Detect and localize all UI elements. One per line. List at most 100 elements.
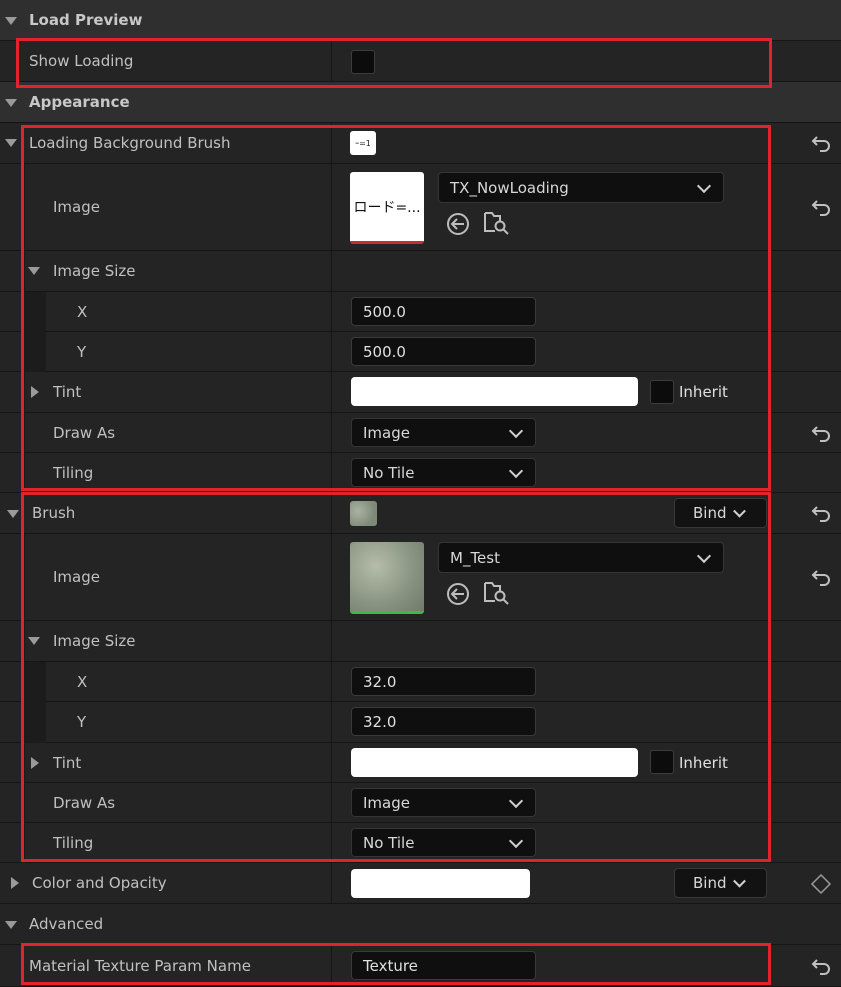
category-appearance[interactable]: Appearance <box>0 82 841 123</box>
bind-label: Bind <box>693 874 727 892</box>
size-y-input[interactable]: 32.0 <box>351 707 536 736</box>
property-row-material-texture-param-name: Material Texture Param Name Texture <box>0 945 841 987</box>
property-row-image: Image ロード=... TX_NowLoading <box>0 164 841 251</box>
reset-to-default-icon[interactable] <box>810 133 832 153</box>
size-x-input[interactable]: 500.0 <box>351 297 536 326</box>
bind-label: Bind <box>693 504 727 522</box>
browse-asset-icon[interactable] <box>483 579 509 605</box>
asset-name: TX_NowLoading <box>450 178 569 197</box>
draw-as-dropdown[interactable]: Image <box>351 418 536 447</box>
image-thumbnail[interactable]: ロード=... <box>350 172 424 244</box>
property-row-draw-as: Draw As Image <box>0 413 841 453</box>
inherit-checkbox[interactable] <box>650 750 674 774</box>
use-selected-asset-icon[interactable] <box>445 581 471 607</box>
image-thumbnail[interactable] <box>350 542 424 614</box>
texture-param-input[interactable]: Texture <box>351 951 536 980</box>
tint-color-swatch[interactable] <box>351 748 638 777</box>
property-row-image: Image M_Test <box>0 534 841 621</box>
tint-color-swatch[interactable] <box>351 377 638 406</box>
property-row-image-size: Image Size <box>0 621 841 662</box>
tiling-value: No Tile <box>363 833 415 852</box>
reset-to-default-icon[interactable] <box>810 423 832 443</box>
inherit-label: Inherit <box>679 753 728 772</box>
bind-button[interactable]: Bind <box>674 868 767 898</box>
size-x-input[interactable]: 32.0 <box>351 667 536 696</box>
draw-as-value: Image <box>363 793 410 812</box>
property-label: Draw As <box>53 793 116 812</box>
chevron-down-icon <box>696 548 712 563</box>
property-row-tint: Tint Inherit <box>0 743 841 783</box>
property-label: Y <box>77 713 87 731</box>
property-row-tiling: Tiling No Tile <box>0 453 841 493</box>
category-load-preview[interactable]: Load Preview <box>0 0 841 41</box>
category-title: Advanced <box>29 915 104 933</box>
reset-to-default-icon[interactable] <box>810 956 832 976</box>
expand-arrow-icon[interactable] <box>31 386 39 398</box>
property-label: Draw As <box>53 423 116 442</box>
chevron-down-icon <box>508 423 524 438</box>
browse-asset-icon[interactable] <box>483 209 509 235</box>
property-label: Color and Opacity <box>32 874 167 892</box>
chevron-down-icon <box>508 793 524 808</box>
expand-arrow-icon[interactable] <box>11 877 19 889</box>
bind-button[interactable]: Bind <box>674 498 767 528</box>
property-label: Material Texture Param Name <box>29 956 251 975</box>
expand-arrow-icon[interactable] <box>5 921 17 929</box>
inherit-label: Inherit <box>679 383 728 401</box>
property-label: Tiling <box>53 463 94 482</box>
show-loading-checkbox[interactable] <box>351 50 375 74</box>
use-selected-asset-icon[interactable] <box>445 211 471 237</box>
chevron-down-icon <box>733 874 746 888</box>
category-title: Load Preview <box>29 11 143 29</box>
draw-as-value: Image <box>363 423 410 442</box>
inherit-checkbox[interactable] <box>650 380 674 404</box>
property-row-color-and-opacity: Color and Opacity Bind <box>0 863 841 904</box>
expand-arrow-icon[interactable] <box>5 99 17 107</box>
property-row-show-loading: Show Loading <box>0 41 841 82</box>
expand-arrow-icon[interactable] <box>5 17 17 25</box>
property-row-image-size: Image Size <box>0 251 841 292</box>
expand-arrow-icon[interactable] <box>31 757 39 769</box>
size-y-input[interactable]: 500.0 <box>351 337 536 366</box>
expand-arrow-icon[interactable] <box>7 510 19 518</box>
property-row-brush: Brush Bind <box>0 493 841 534</box>
property-label: Image Size <box>53 632 136 650</box>
category-title: Appearance <box>29 93 130 111</box>
property-label: Tint <box>53 383 82 401</box>
reset-to-default-icon[interactable] <box>810 197 832 217</box>
property-row-size-x: X 500.0 <box>0 292 841 332</box>
chevron-down-icon <box>508 833 524 848</box>
property-label: Tiling <box>53 833 94 852</box>
property-row-tiling: Tiling No Tile <box>0 823 841 863</box>
property-label: Brush <box>32 504 76 522</box>
tiling-dropdown[interactable]: No Tile <box>351 458 536 487</box>
asset-picker-combo[interactable]: M_Test <box>438 542 724 573</box>
draw-as-dropdown[interactable]: Image <box>351 788 536 817</box>
keyframe-diamond-icon[interactable] <box>810 873 832 895</box>
chevron-down-icon <box>508 463 524 478</box>
expand-arrow-icon[interactable] <box>28 267 40 275</box>
brush-mini-thumbnail[interactable]: ｰ=1 <box>350 131 376 155</box>
property-row-size-x: X 32.0 <box>0 662 841 702</box>
property-row-size-y: Y 500.0 <box>0 332 841 372</box>
brush-mini-thumbnail[interactable] <box>350 501 377 526</box>
asset-picker-combo[interactable]: TX_NowLoading <box>438 172 724 203</box>
reset-to-default-icon[interactable] <box>810 503 832 523</box>
property-row-draw-as: Draw As Image <box>0 783 841 823</box>
expand-arrow-icon[interactable] <box>28 637 40 645</box>
property-label: Loading Background Brush <box>29 134 231 152</box>
property-label: X <box>77 302 88 321</box>
property-row-loading-background-brush: Loading Background Brush ｰ=1 <box>0 123 841 164</box>
chevron-down-icon <box>733 504 746 518</box>
property-label: Tint <box>53 753 82 772</box>
tiling-dropdown[interactable]: No Tile <box>351 828 536 857</box>
color-swatch[interactable] <box>351 869 530 898</box>
expand-arrow-icon[interactable] <box>5 139 17 147</box>
property-row-tint: Tint Inherit <box>0 372 841 413</box>
property-label: Show Loading <box>29 52 134 70</box>
property-label: Image <box>53 568 100 586</box>
chevron-down-icon <box>696 178 712 193</box>
property-label: Image <box>53 198 100 216</box>
category-advanced[interactable]: Advanced <box>0 904 841 945</box>
reset-to-default-icon[interactable] <box>810 567 832 587</box>
